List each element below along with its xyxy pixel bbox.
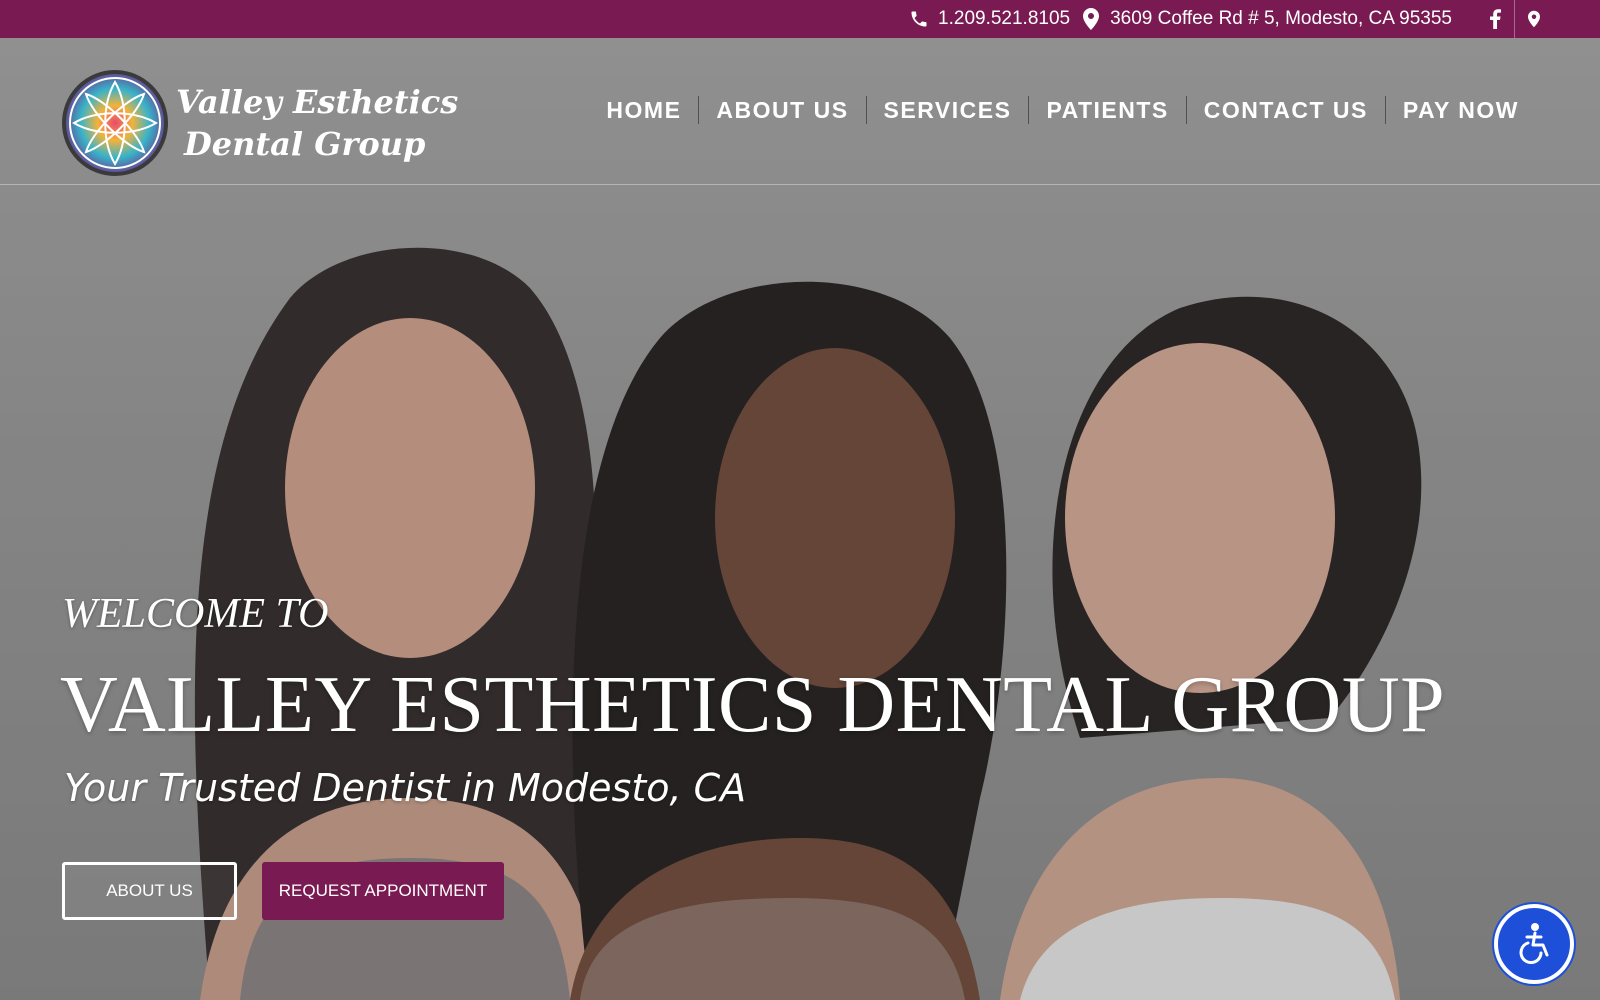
logo-line-1: Valley Esthetics [176,83,459,121]
logo-text: Valley Esthetics Dental Group [176,81,458,165]
welcome-text: WELCOME TO [62,591,329,637]
nav-about-us[interactable]: ABOUT US [699,96,865,124]
nav-services[interactable]: SERVICES [867,96,1029,124]
phone-number[interactable]: 1.209.521.8105 [938,8,1070,30]
nav-patients[interactable]: PATIENTS [1029,96,1185,124]
social-links [1476,0,1552,38]
hero-welcome: WELCOME TO [62,590,328,638]
phone-contact[interactable]: 1.209.521.8105 [908,8,1070,30]
top-bar: 1.209.521.8105 3609 Coffee Rd # 5, Modes… [0,0,1600,38]
site-header: Valley Esthetics Dental Group HOME ABOUT… [0,38,1600,185]
hero-tagline: Your Trusted Dentist in Modesto, CA [64,766,747,810]
map-marker-icon [1080,8,1102,30]
facebook-icon[interactable] [1476,0,1514,38]
about-us-button[interactable]: ABOUT US [62,862,237,920]
request-appointment-button[interactable]: REQUEST APPOINTMENT [262,862,504,920]
map-pin-icon[interactable] [1514,0,1552,38]
top-bar-contacts: 1.209.521.8105 3609 Coffee Rd # 5, Modes… [908,0,1552,38]
logo-line-2: Dental Group [184,125,426,163]
accessibility-icon [1511,919,1557,970]
hero-headline: VALLEY ESTHETICS DENTAL GROUP [60,661,1446,749]
accessibility-button[interactable] [1494,904,1574,984]
address-contact[interactable]: 3609 Coffee Rd # 5, Modesto, CA 95355 [1080,8,1452,30]
site-logo[interactable]: Valley Esthetics Dental Group [62,70,458,176]
phone-icon [908,8,930,30]
main-nav: HOME ABOUT US SERVICES PATIENTS CONTACT … [589,96,1536,124]
nav-pay-now[interactable]: PAY NOW [1386,96,1536,124]
nav-contact-us[interactable]: CONTACT US [1187,96,1385,124]
address-text[interactable]: 3609 Coffee Rd # 5, Modesto, CA 95355 [1110,8,1452,30]
logo-mandala-icon [62,70,168,176]
nav-home[interactable]: HOME [589,96,698,124]
